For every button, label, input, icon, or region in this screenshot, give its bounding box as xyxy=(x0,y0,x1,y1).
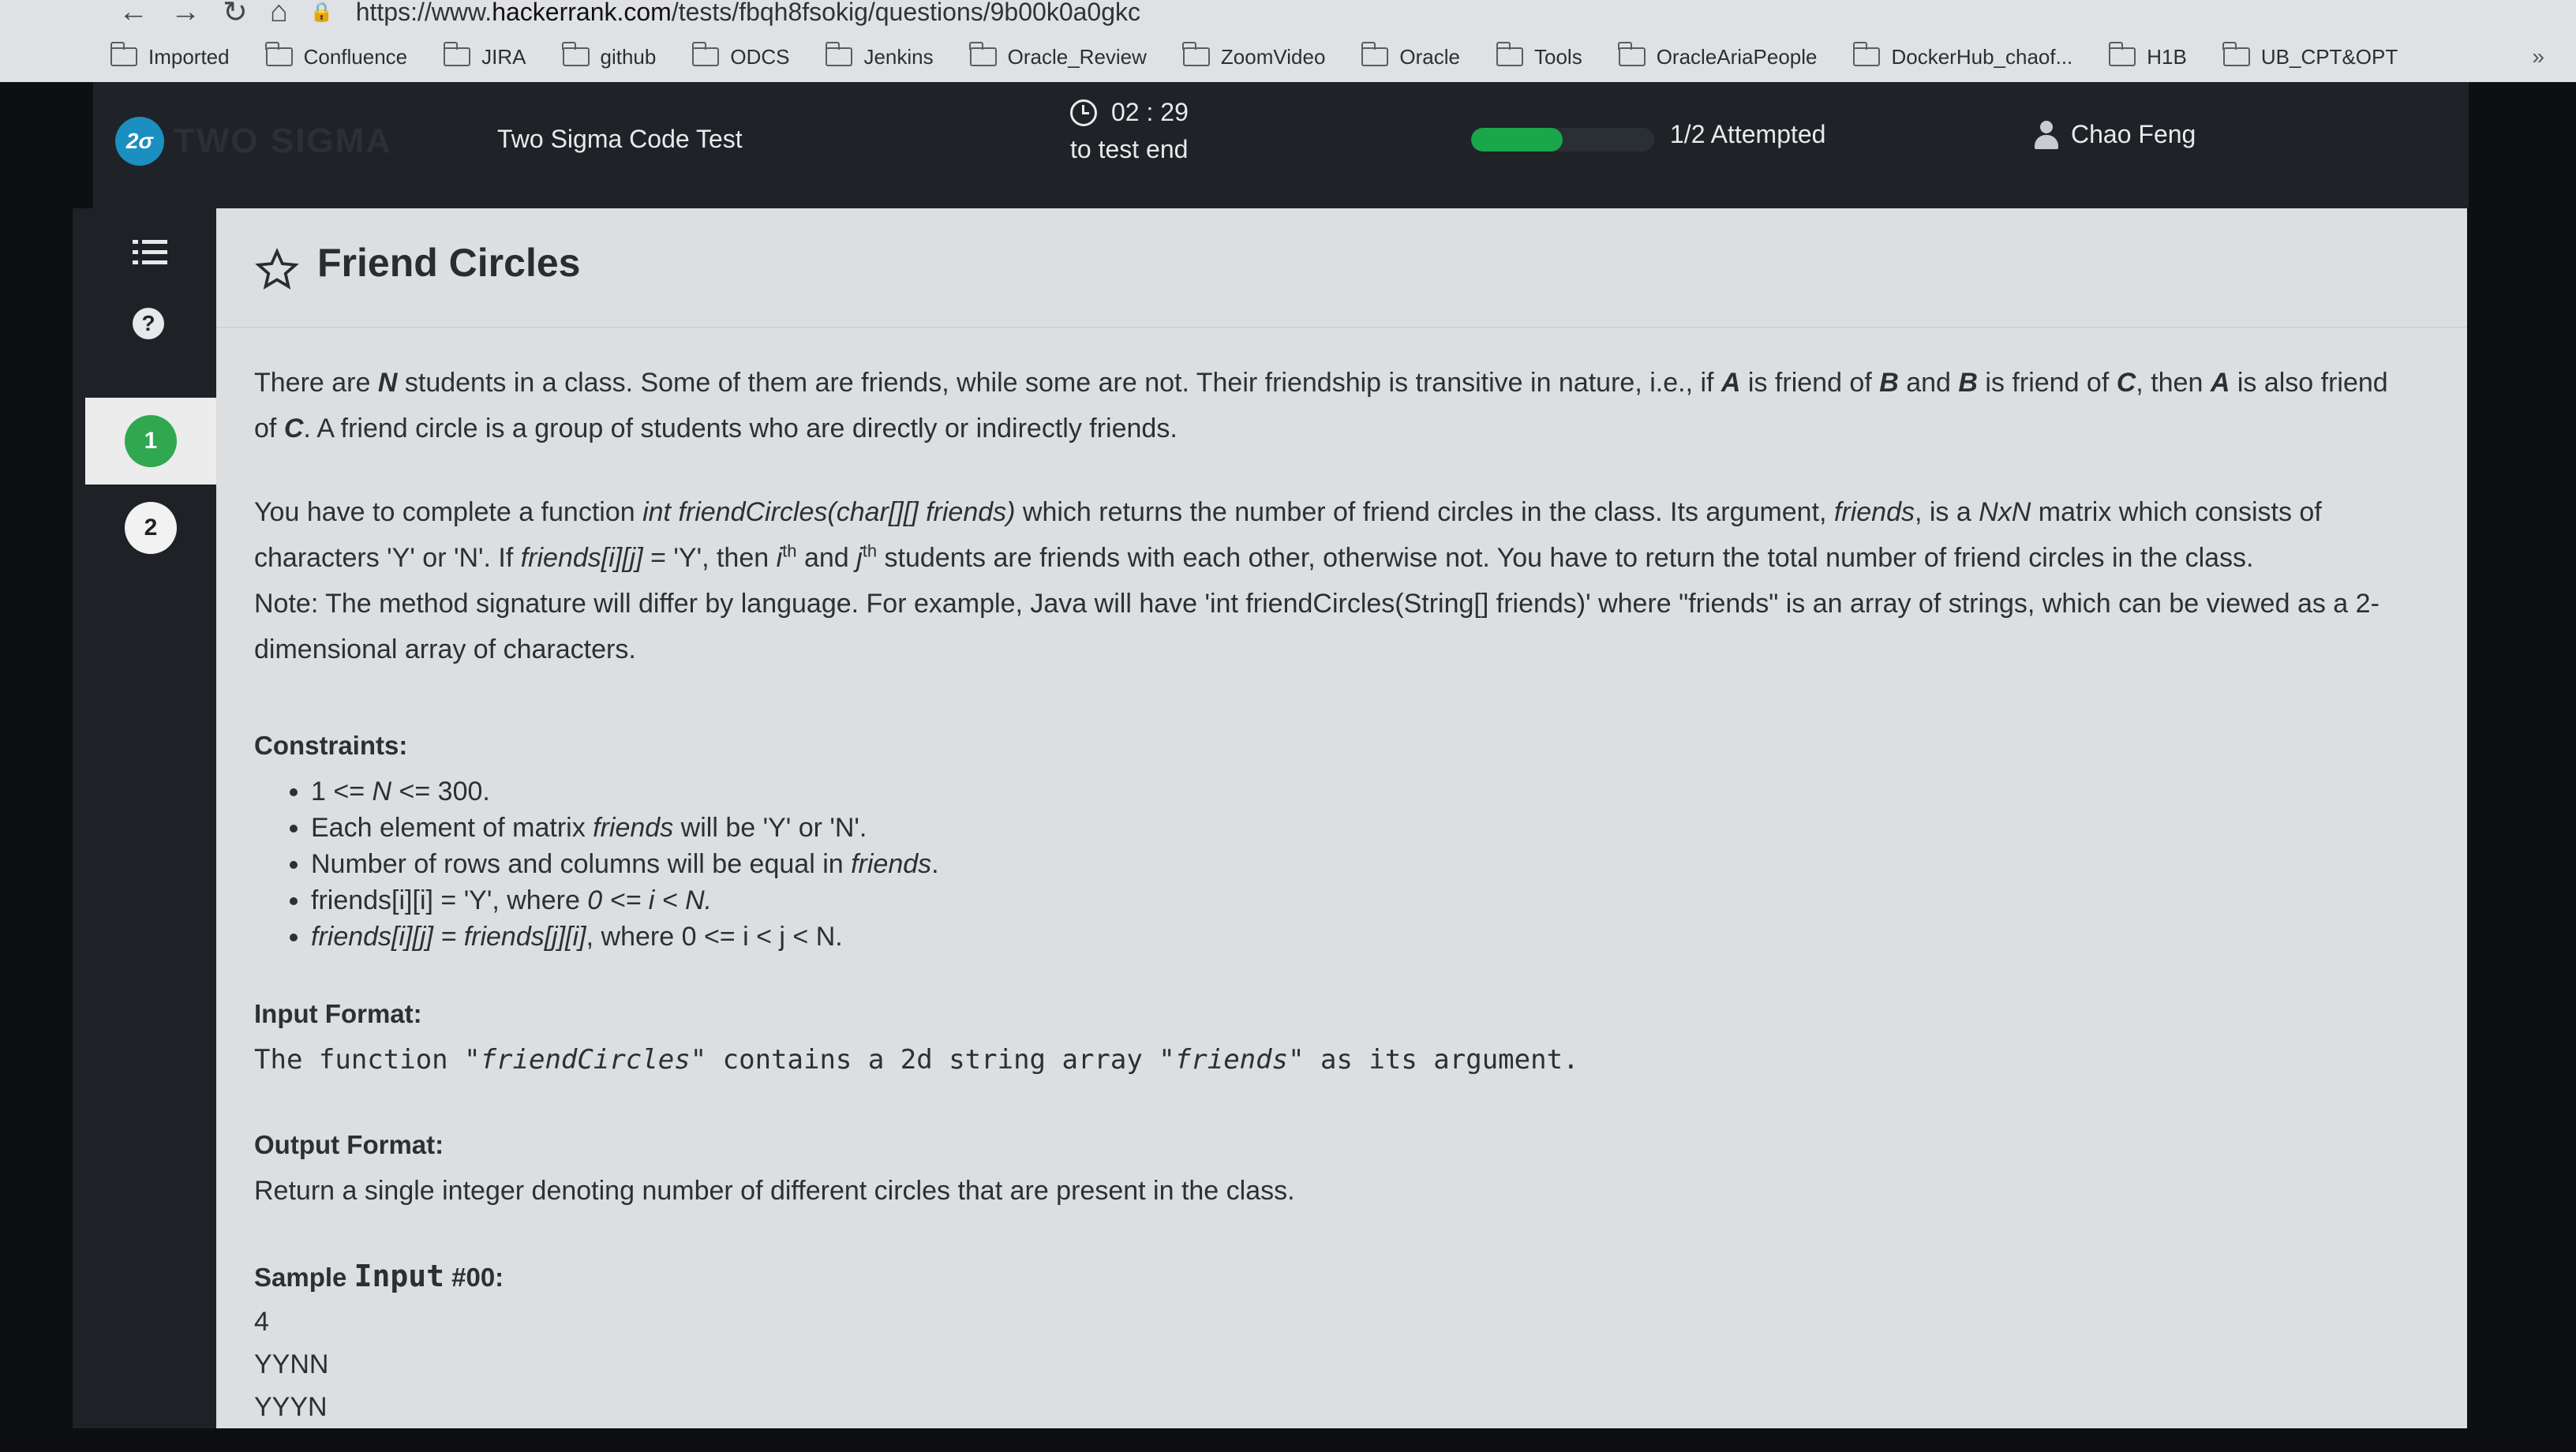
task-paragraph: You have to complete a function int frie… xyxy=(254,497,2322,573)
test-title: Two Sigma Code Test xyxy=(497,125,743,153)
constraint-item: friends[i][i] = 'Y', where 0 <= i < N. xyxy=(311,882,2417,919)
folder-icon xyxy=(562,42,590,66)
constraints-heading: Constraints: xyxy=(254,731,408,760)
input-format-text: The function "friendCircles" contains a … xyxy=(254,1044,1579,1076)
sample-input-heading: Sample Input #00: xyxy=(254,1259,504,1293)
folder-icon xyxy=(969,42,997,66)
note-paragraph: Note: The method signature will differ b… xyxy=(254,589,2379,664)
logo-badge: 2σ xyxy=(115,117,164,166)
url-bar[interactable]: ← → ↻ ⌂ 🔒 https://www.hackerrank.com/tes… xyxy=(0,0,2576,29)
folder-icon xyxy=(443,42,471,66)
user-icon xyxy=(2035,120,2058,149)
folder-icon xyxy=(2222,42,2250,66)
problem-header: Friend Circles xyxy=(216,208,2467,328)
clock-icon xyxy=(1070,99,1097,126)
user-menu[interactable]: Chao Feng xyxy=(2035,120,2196,149)
question-number: 2 xyxy=(125,502,177,554)
problem-statement: There are N students in a class. Some of… xyxy=(216,360,2467,1428)
folder-icon xyxy=(1361,42,1389,66)
input-format-heading: Input Format: xyxy=(254,999,422,1028)
user-name: Chao Feng xyxy=(2071,120,2196,148)
progress-fill xyxy=(1471,128,1563,152)
question-number: 1 xyxy=(125,415,177,467)
constraints-list: 1 <= N <= 300. Each element of matrix fr… xyxy=(254,773,2417,955)
bookmark-oracle-review[interactable]: Oracle_Review xyxy=(969,42,1147,69)
help-icon[interactable]: ? xyxy=(133,308,164,339)
sample-input: 4 YYNN YYYN xyxy=(254,1300,2417,1428)
browser-chrome: ← → ↻ ⌂ 🔒 https://www.hackerrank.com/tes… xyxy=(0,0,2576,82)
folder-icon xyxy=(1182,42,1210,66)
folder-icon xyxy=(265,42,293,66)
folder-icon xyxy=(2108,42,2136,66)
folder-icon xyxy=(110,42,137,66)
bookmark-odcs[interactable]: ODCS xyxy=(691,42,789,69)
bookmark-zoomvideo[interactable]: ZoomVideo xyxy=(1182,42,1325,69)
bookmark-oracle-aria-people[interactable]: OracleAriaPeople xyxy=(1618,42,1817,69)
sample-line: YYYN xyxy=(254,1392,328,1422)
timer-value: 02 : 29 xyxy=(1111,98,1189,126)
folder-icon xyxy=(691,42,720,66)
question-sidebar: ? 1 2 xyxy=(73,208,216,1428)
forward-icon[interactable]: → xyxy=(170,0,200,29)
constraint-item: Each element of matrix friends will be '… xyxy=(311,810,2417,846)
intro-paragraph: There are N students in a class. Some of… xyxy=(254,368,2388,443)
progress-bar xyxy=(1471,128,1654,152)
question-tab-1[interactable]: 1 xyxy=(85,398,216,485)
constraint-item: Number of rows and columns will be equal… xyxy=(311,846,2417,882)
folder-icon xyxy=(825,42,853,66)
folder-icon xyxy=(1496,42,1523,66)
bookmark-github[interactable]: github xyxy=(562,42,656,69)
star-icon[interactable] xyxy=(254,248,300,292)
timer-label: to test end xyxy=(1070,135,1189,163)
bookmark-dockerhub[interactable]: DockerHub_chaof... xyxy=(1852,42,2072,69)
attempted-count: 1/2 Attempted xyxy=(1670,120,1826,148)
output-format-heading: Output Format: xyxy=(254,1130,444,1159)
bookmark-tools[interactable]: Tools xyxy=(1496,42,1582,69)
constraint-item: 1 <= N <= 300. xyxy=(311,773,2417,810)
reload-icon[interactable]: ↻ xyxy=(223,0,248,30)
bookmark-oracle[interactable]: Oracle xyxy=(1361,42,1460,69)
sample-line: 4 xyxy=(254,1307,269,1337)
bookmarks-overflow-button[interactable]: » xyxy=(2532,44,2544,69)
folder-icon xyxy=(1852,42,1881,66)
bookmark-imported[interactable]: Imported xyxy=(110,42,230,69)
problem-panel: Friend Circles There are N students in a… xyxy=(216,208,2467,1428)
list-icon[interactable] xyxy=(133,240,167,267)
constraint-item: friends[i][j] = friends[j][i], where 0 <… xyxy=(311,919,2417,955)
bookmark-confluence[interactable]: Confluence xyxy=(265,42,407,69)
bookmark-ub-cpt-opt[interactable]: UB_CPT&OPT xyxy=(2222,42,2398,69)
sample-line: YYNN xyxy=(254,1349,329,1379)
logo-text: TWO SIGMA xyxy=(174,122,393,160)
bookmark-h1b[interactable]: H1B xyxy=(2108,42,2187,69)
timer: 02 : 29 to test end xyxy=(1070,98,1189,164)
home-icon[interactable]: ⌂ xyxy=(270,0,288,29)
back-icon[interactable]: ← xyxy=(118,0,148,29)
output-format-text: Return a single integer denoting number … xyxy=(254,1176,1295,1206)
bookmark-jenkins[interactable]: Jenkins xyxy=(825,42,934,69)
question-tab-2[interactable]: 2 xyxy=(85,485,216,571)
problem-title: Friend Circles xyxy=(317,241,581,285)
url-text[interactable]: https://www.hackerrank.com/tests/fbqh8fs… xyxy=(356,0,1140,27)
logo: 2σ TWO SIGMA xyxy=(115,117,392,166)
test-header: 2σ TWO SIGMA Two Sigma Code Test 02 : 29… xyxy=(93,82,2469,208)
bookmark-jira[interactable]: JIRA xyxy=(443,42,526,69)
folder-icon xyxy=(1618,42,1646,66)
lock-icon: 🔒 xyxy=(309,1,334,23)
bookmarks-bar: Imported Confluence JIRA github ODCS Jen… xyxy=(110,32,2544,82)
